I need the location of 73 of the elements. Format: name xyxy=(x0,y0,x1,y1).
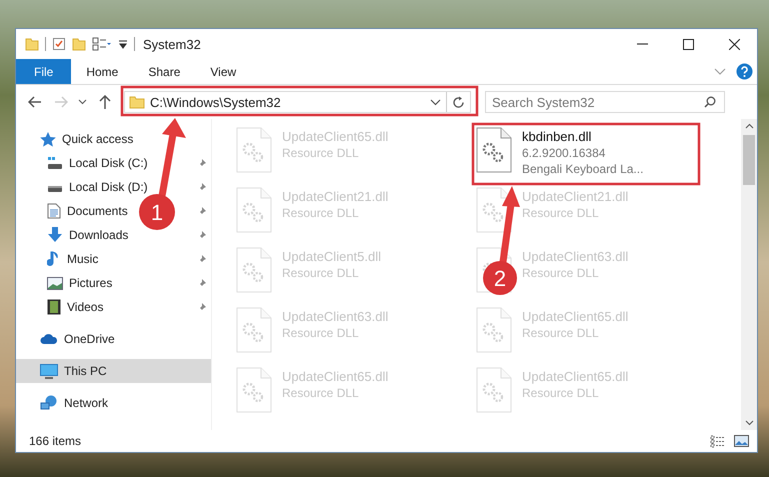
network-icon xyxy=(40,395,58,411)
step-badge: 2 xyxy=(483,261,517,295)
gear-document-icon xyxy=(236,127,272,173)
search-icon xyxy=(704,96,716,108)
file-detail: Resource DLL xyxy=(522,266,600,280)
star-icon xyxy=(40,132,56,146)
file-detail: Resource DLL xyxy=(282,146,360,160)
sidebar-item[interactable]: Pictures xyxy=(69,276,112,290)
film-icon xyxy=(47,299,61,315)
drive-icon xyxy=(47,156,63,170)
file-detail: Resource DLL xyxy=(282,206,360,220)
picture-icon xyxy=(47,276,63,290)
window-title: System32 xyxy=(143,36,201,52)
ribbon-tab[interactable]: Home xyxy=(71,59,134,84)
back-arrow-icon[interactable] xyxy=(28,96,42,108)
refresh-icon[interactable] xyxy=(452,96,465,108)
item-count: 166 items xyxy=(29,434,82,448)
ribbon-tab[interactable]: File xyxy=(16,59,72,84)
sidebar-item[interactable]: Local Disk (C:) xyxy=(69,156,148,170)
document-icon xyxy=(47,203,61,219)
sidebar-item[interactable]: Videos xyxy=(67,300,104,314)
file-detail: Resource DLL xyxy=(522,386,600,400)
properties-icon[interactable] xyxy=(92,37,112,51)
ribbon-tab[interactable]: Share xyxy=(133,59,196,84)
sidebar-item[interactable]: Network xyxy=(16,391,211,415)
ribbon-tab[interactable]: View xyxy=(195,59,252,84)
gear-document-icon xyxy=(476,127,512,173)
monitor-icon xyxy=(40,364,58,378)
scroll-down-icon[interactable] xyxy=(744,420,754,426)
folder-icon xyxy=(129,95,145,109)
scroll-up-icon[interactable] xyxy=(744,123,754,129)
details-view-icon[interactable] xyxy=(710,434,726,448)
help-icon[interactable] xyxy=(736,63,753,80)
gear-document-icon xyxy=(236,307,272,353)
music-note-icon xyxy=(47,251,61,267)
gear-document-icon xyxy=(236,187,272,233)
minimize-icon xyxy=(636,43,648,45)
file-name[interactable]: kbdinben.dll xyxy=(522,129,644,144)
file-detail: Resource DLL xyxy=(282,326,360,340)
download-arrow-icon xyxy=(47,227,63,243)
file-detail: Resource DLL xyxy=(282,266,360,280)
sidebar-item[interactable]: OneDrive xyxy=(16,327,211,351)
gear-document-icon xyxy=(476,187,512,233)
gear-document-icon xyxy=(476,367,512,413)
up-arrow-icon[interactable] xyxy=(99,95,111,109)
search-field[interactable]: Search System32 xyxy=(485,91,725,113)
gear-document-icon xyxy=(236,367,272,413)
file-detail: Resource DLL xyxy=(282,386,360,400)
file-detail: Bengali Keyboard La... xyxy=(522,162,644,176)
sidebar-item[interactable]: Quick access xyxy=(16,127,211,151)
maximize-icon xyxy=(682,38,694,50)
cloud-icon xyxy=(40,333,58,345)
large-icons-view-icon[interactable] xyxy=(734,435,749,447)
sidebar-item[interactable]: Music xyxy=(67,252,98,266)
file-detail: Resource DLL xyxy=(522,326,600,340)
close-icon xyxy=(728,38,740,50)
drive-icon xyxy=(47,186,63,193)
expand-ribbon-chevron-icon[interactable] xyxy=(714,68,726,76)
step-badge: 1 xyxy=(139,194,175,230)
scrollbar[interactable] xyxy=(741,119,757,430)
file-detail: 6.2.9200.16384 xyxy=(522,146,606,160)
sidebar-item[interactable]: Documents xyxy=(67,204,128,218)
dropdown-caret-icon[interactable] xyxy=(430,98,441,106)
gear-document-icon xyxy=(236,247,272,293)
file-detail: Resource DLL xyxy=(522,206,600,220)
recent-locations-caret-icon[interactable] xyxy=(78,99,87,105)
scrollbar-thumb[interactable] xyxy=(743,135,755,185)
sidebar-item[interactable]: This PC xyxy=(16,359,211,383)
sidebar-item[interactable]: Local Disk (D:) xyxy=(69,180,148,194)
checkmark-document-icon[interactable] xyxy=(52,37,66,51)
sidebar-item[interactable]: Downloads xyxy=(69,228,128,242)
gear-document-icon xyxy=(476,307,512,353)
address-bar[interactable]: C:\Windows\System32 xyxy=(124,91,471,113)
